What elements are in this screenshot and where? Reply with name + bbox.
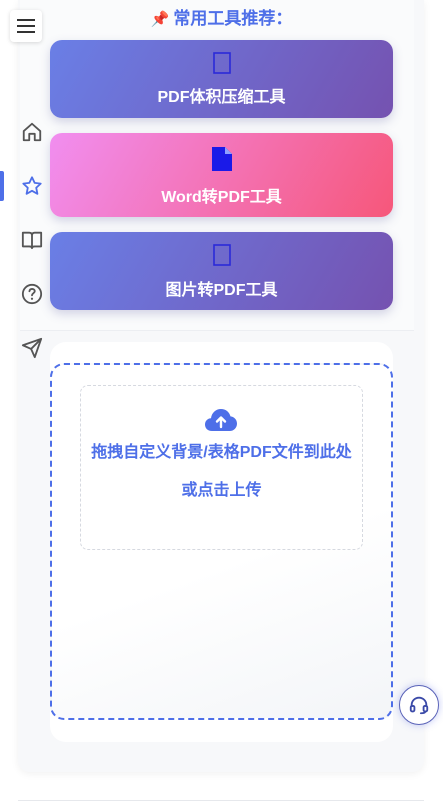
hamburger-icon <box>17 19 35 33</box>
star-icon[interactable] <box>21 175 43 197</box>
divider <box>18 800 424 801</box>
menu-button[interactable] <box>10 10 42 42</box>
recommend-heading: 📌 常用工具推荐： <box>50 4 393 29</box>
help-circle-icon[interactable] <box>21 283 43 305</box>
compress-icon <box>212 52 231 79</box>
pushpin-icon: 📌 <box>150 11 170 28</box>
send-icon[interactable] <box>21 337 43 359</box>
recommend-title: 常用工具推荐： <box>173 9 293 28</box>
upload-click-hint[interactable]: 或点击上传 <box>82 476 361 500</box>
tool-card-word-to-pdf[interactable]: Word转PDF工具 <box>50 133 393 217</box>
tool-card-pdf-compress[interactable]: PDF体积压缩工具 <box>50 40 393 118</box>
file-icon <box>211 146 233 177</box>
tool-card-image-to-pdf[interactable]: 图片转PDF工具 <box>50 232 393 310</box>
home-icon[interactable] <box>21 121 43 143</box>
headset-icon <box>409 696 429 715</box>
customer-support-button[interactable] <box>399 685 439 725</box>
tool-label: PDF体积压缩工具 <box>157 89 286 106</box>
image-icon <box>212 244 231 271</box>
cloud-upload-icon <box>205 409 237 431</box>
tool-label: Word转PDF工具 <box>161 189 282 206</box>
tool-label: 图片转PDF工具 <box>165 282 278 299</box>
sidebar-active-indicator <box>0 171 4 201</box>
book-icon[interactable] <box>21 229 43 251</box>
upload-instruction: 拖拽自定义背景/表格PDF文件到此处 <box>91 444 352 461</box>
